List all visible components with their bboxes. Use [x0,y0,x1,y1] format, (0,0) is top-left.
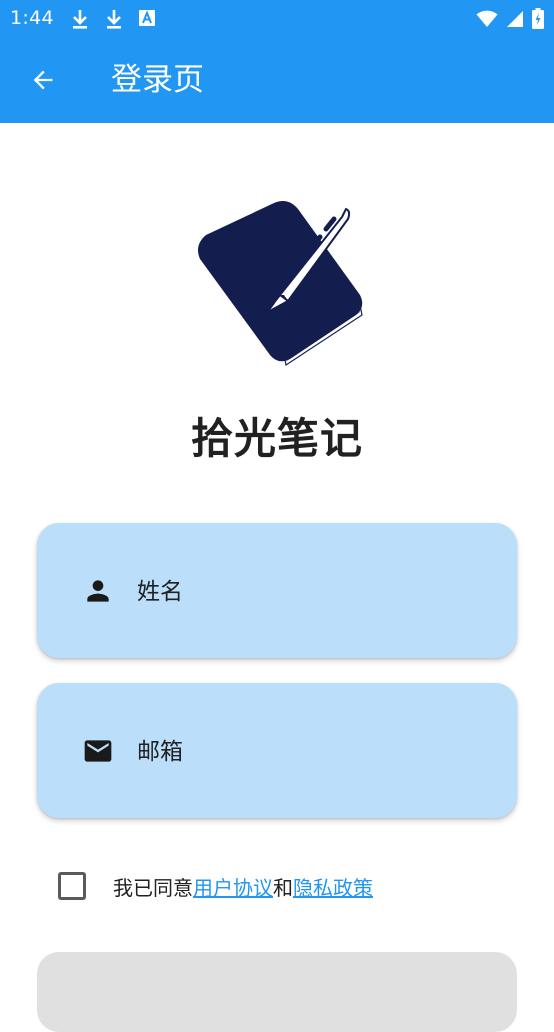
system-icons [476,8,544,29]
download-icon [107,10,121,29]
login-button[interactable] [37,952,517,1032]
agreement-connector: 和 [273,875,293,900]
notification-icons [70,8,156,30]
name-input[interactable] [135,563,479,621]
agreement-text: 我已同意用户协议和隐私政策 [113,872,373,901]
status-bar: 1:44 [0,0,554,38]
page-title: 登录页 [111,62,204,98]
text-notification-icon [139,10,155,26]
signal-icon [507,10,523,27]
privacy-policy-link[interactable]: 隐私政策 [293,876,373,900]
agreement-row: 我已同意用户协议和隐私政策 [58,868,373,904]
wifi-icon [476,10,498,27]
battery-icon [532,8,544,29]
name-field[interactable] [37,523,517,658]
email-input[interactable] [135,723,479,781]
back-button[interactable] [22,59,64,101]
arrow-back-icon [33,70,53,90]
app-bar: 登录页 [0,38,554,123]
agreement-checkbox[interactable] [58,872,86,900]
agreement-prefix: 我已同意 [113,875,193,900]
notebook-pen-logo [198,201,363,366]
app-name: 拾光笔记 [190,414,363,463]
email-field[interactable] [37,683,517,818]
status-time: 1:44 [10,7,54,29]
mail-icon [84,740,112,762]
download-icon [73,10,87,29]
person-icon [87,580,109,602]
user-agreement-link[interactable]: 用户协议 [193,876,273,900]
